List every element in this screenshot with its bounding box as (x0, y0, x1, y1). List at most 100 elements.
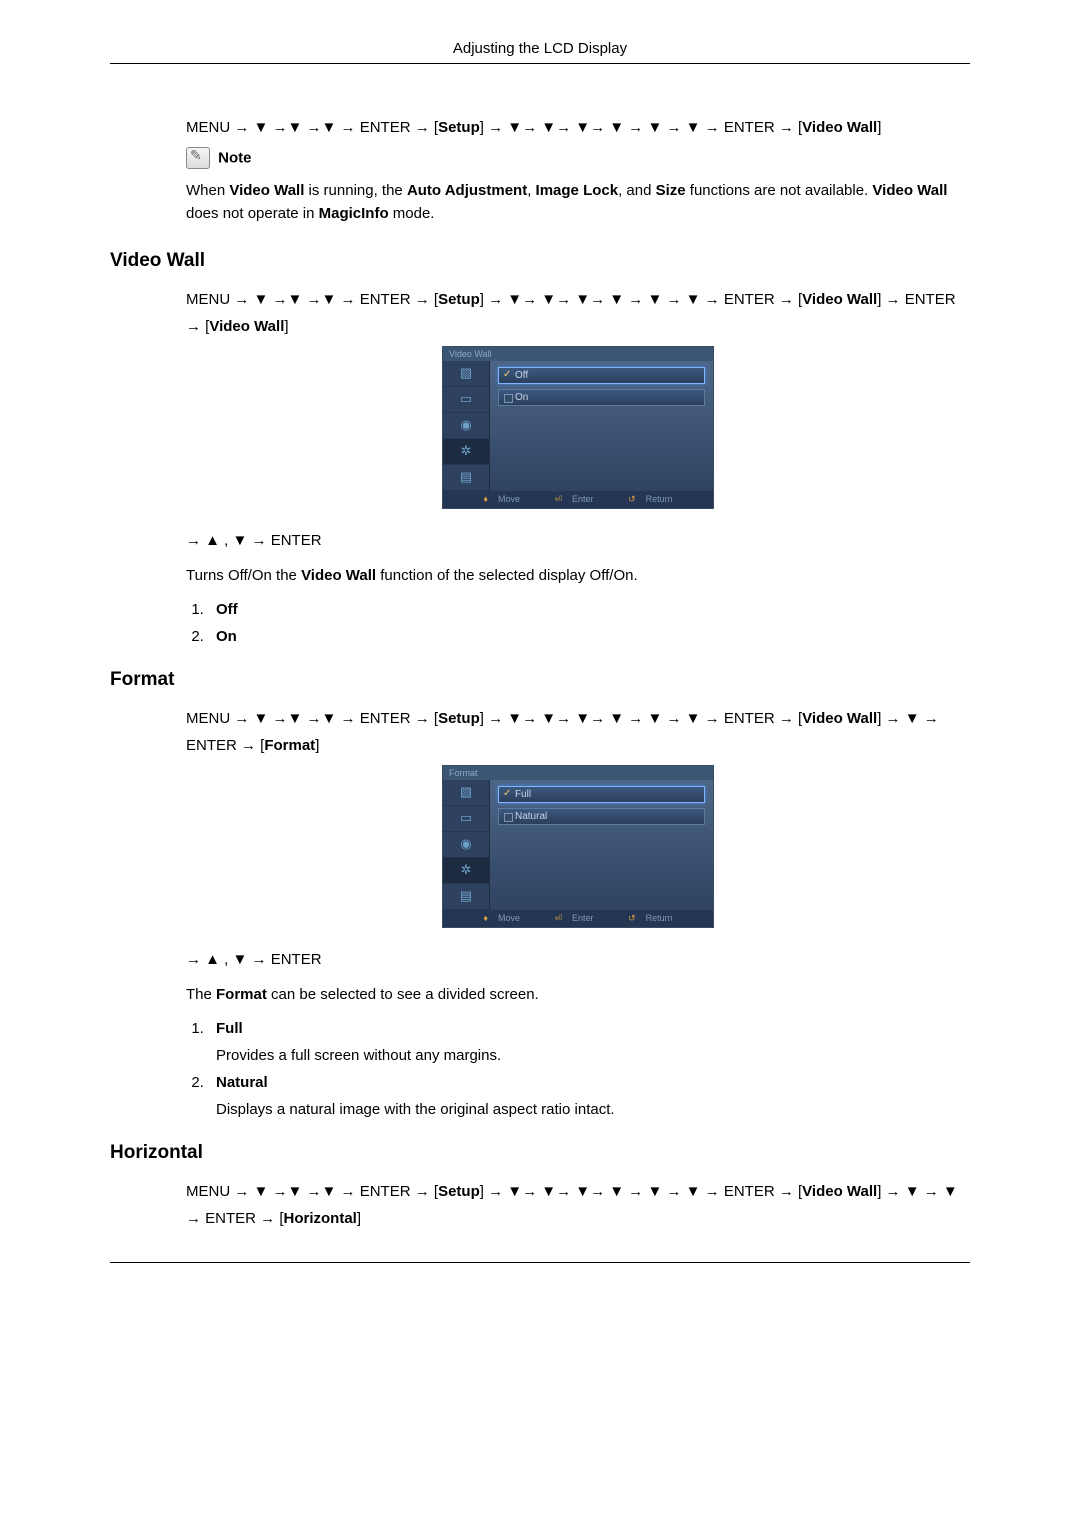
section-body-video-wall: MENU → ▼ →▼ →▼ → ENTER → [Setup] → ▼→ ▼→… (186, 286, 970, 645)
osd-option-on: On (498, 389, 705, 406)
nav-path: MENU → ▼ →▼ →▼ → ENTER → [Setup] → ▼→ ▼→… (186, 286, 970, 340)
osd-option-natural: Natural (498, 808, 705, 825)
term-format: Format (216, 986, 267, 1003)
nav-bracket-setup: Setup (438, 291, 480, 308)
nav-text: MENU → ▼ →▼ →▼ → ENTER → [ (186, 291, 438, 308)
osd-foot-return: Return (646, 494, 673, 504)
list-item: Off (208, 601, 970, 618)
nav-text: ] (284, 318, 288, 335)
osd-foot-enter: Enter (572, 913, 594, 923)
osd-tab-icon-selected: ✲ (443, 439, 489, 465)
osd-tab-icon-selected: ✲ (443, 858, 489, 884)
osd-body: ▧ ▭ ◉ ✲ ▤ Off On (443, 361, 713, 491)
nav-text: MENU → ▼ →▼ →▼ → ENTER → [ (186, 119, 438, 136)
option-natural: Natural (216, 1074, 268, 1091)
osd-foot-move: Move (498, 913, 520, 923)
nav-bracket-horizontal: Horizontal (284, 1210, 357, 1227)
osd-tab-icon: ▭ (443, 806, 489, 832)
option-on: On (216, 628, 237, 645)
header-rule (110, 63, 970, 64)
osd-tab-icon: ▤ (443, 465, 489, 491)
osd-footer: ♦Move ⏎Enter ↺Return (443, 910, 713, 927)
nav-text: ] → ▼→ ▼→ ▼→ ▼ → ▼ → ▼ → ENTER → [ (480, 119, 802, 136)
osd-foot-return: Return (646, 913, 673, 923)
osd-tab-icon: ▤ (443, 884, 489, 910)
osd-body: ▧ ▭ ◉ ✲ ▤ Full Natural (443, 780, 713, 910)
nav-text: MENU → ▼ →▼ →▼ → ENTER → [ (186, 1183, 438, 1200)
option-off: Off (216, 601, 238, 618)
text: mode. (389, 205, 435, 222)
text: , (527, 182, 535, 199)
nav-arrows: → ▲ , ▼ → ENTER (186, 527, 970, 554)
nav-bracket-video-wall: Video Wall (802, 710, 877, 727)
term-magicinfo: MagicInfo (319, 205, 389, 222)
nav-bracket-setup: Setup (438, 710, 480, 727)
text: Turns Off/On the (186, 567, 301, 584)
term-video-wall: Video Wall (301, 567, 376, 584)
document-page: Adjusting the LCD Display MENU → ▼ →▼ →▼… (0, 0, 1080, 1331)
osd-title: Format (443, 766, 713, 780)
list-item: Natural Displays a natural image with th… (208, 1074, 970, 1118)
section-description: Turns Off/On the Video Wall function of … (186, 564, 970, 587)
osd-panel-video-wall: Video Wall ▧ ▭ ◉ ✲ ▤ Off On ♦Move ⏎Enter… (442, 346, 714, 509)
osd-panel-format: Format ▧ ▭ ◉ ✲ ▤ Full Natural ♦ Move ⏎ Ent… (442, 765, 714, 928)
nav-path: MENU → ▼ →▼ →▼ → ENTER → [Setup] → ▼→ ▼→… (186, 1178, 970, 1232)
option-list: Full Provides a full screen without any … (186, 1020, 970, 1118)
note-label: Note (218, 150, 251, 167)
osd-tab-strip: ▧ ▭ ◉ ✲ ▤ (443, 780, 490, 910)
text: does not operate in (186, 205, 319, 222)
page-header-title: Adjusting the LCD Display (110, 40, 970, 57)
nav-text: ] (357, 1210, 361, 1227)
text: functions are not available. (686, 182, 873, 199)
section-heading-video-wall: Video Wall (110, 250, 970, 272)
option-description: Provides a full screen without any margi… (216, 1047, 970, 1064)
nav-bracket-video-wall: Video Wall (209, 318, 284, 335)
nav-path: MENU → ▼ →▼ →▼ → ENTER → [Setup] → ▼→ ▼→… (186, 114, 970, 141)
nav-bracket-setup: Setup (438, 1183, 480, 1200)
move-icon: ♦ (483, 913, 488, 923)
term-video-wall: Video Wall (872, 182, 947, 199)
osd-options: Off On (490, 361, 713, 491)
text: is running, the (304, 182, 407, 199)
nav-text: ] → ▼→ ▼→ ▼→ ▼ → ▼ → ▼ → ENTER → [ (480, 291, 802, 308)
osd-option-off: Off (498, 367, 705, 384)
intro-block: MENU → ▼ →▼ →▼ → ENTER → [Setup] → ▼→ ▼→… (186, 114, 970, 226)
nav-bracket-video-wall: Video Wall (802, 1183, 877, 1200)
nav-text: ] (877, 119, 881, 136)
osd-options: Full Natural (490, 780, 713, 910)
osd-foot-enter: Enter (572, 494, 594, 504)
term-video-wall: Video Wall (229, 182, 304, 199)
note-icon (186, 147, 210, 169)
term-size: Size (656, 182, 686, 199)
osd-tab-icon: ▭ (443, 387, 489, 413)
option-list: Off On (186, 601, 970, 645)
text: function of the selected display Off/On. (376, 567, 638, 584)
text: , and (618, 182, 656, 199)
nav-bracket-video-wall: Video Wall (802, 119, 877, 136)
osd-tab-icon: ▧ (443, 780, 489, 806)
osd-title: Video Wall (443, 347, 713, 361)
note-paragraph: When Video Wall is running, the Auto Adj… (186, 179, 970, 226)
nav-path: MENU → ▼ →▼ →▼ → ENTER → [Setup] → ▼→ ▼→… (186, 705, 970, 759)
text: When (186, 182, 229, 199)
osd-option-full: Full (498, 786, 705, 803)
nav-text: ] → ▼→ ▼→ ▼→ ▼ → ▼ → ▼ → ENTER → [ (480, 1183, 802, 1200)
section-heading-format: Format (110, 669, 970, 691)
section-heading-horizontal: Horizontal (110, 1142, 970, 1164)
nav-bracket-format: Format (264, 737, 315, 754)
option-full: Full (216, 1020, 243, 1037)
nav-bracket-video-wall: Video Wall (802, 291, 877, 308)
list-item: Full Provides a full screen without any … (208, 1020, 970, 1064)
term-auto-adjustment: Auto Adjustment (407, 182, 527, 199)
return-icon: ↺ (628, 494, 636, 504)
enter-icon: ⏎ (554, 913, 562, 923)
section-body-format: MENU → ▼ →▼ →▼ → ENTER → [Setup] → ▼→ ▼→… (186, 705, 970, 1118)
osd-footer: ♦Move ⏎Enter ↺Return (443, 491, 713, 508)
term-image-lock: Image Lock (536, 182, 619, 199)
footer-rule (110, 1262, 970, 1263)
nav-text: MENU → ▼ →▼ →▼ → ENTER → [ (186, 710, 438, 727)
osd-tab-icon: ◉ (443, 413, 489, 439)
osd-tab-icon: ▧ (443, 361, 489, 387)
nav-bracket-setup: Setup (438, 119, 480, 136)
nav-arrows: → ▲ , ▼ → ENTER (186, 946, 970, 973)
